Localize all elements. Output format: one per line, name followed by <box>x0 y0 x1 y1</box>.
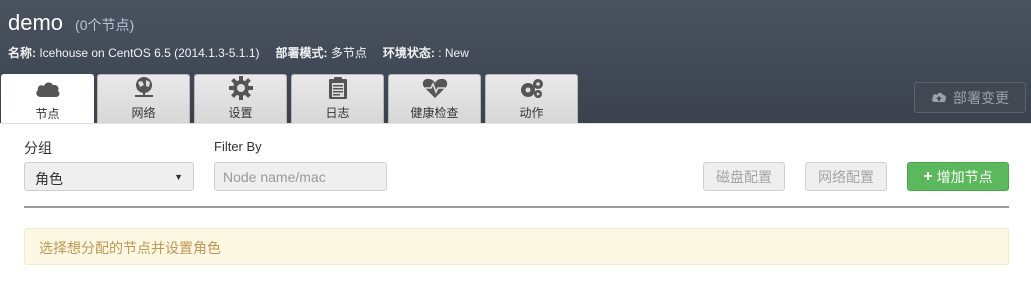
nodes-panel: 分组 角色 ▼ Filter By 磁盘配置 网络配置 + 增加节点 选择想分配… <box>0 123 1031 307</box>
deploy-changes-label: 部署变更 <box>953 89 1009 106</box>
tab-health-check[interactable]: 健康检查 <box>388 74 481 123</box>
tab-network-label: 网络 <box>131 106 156 120</box>
tab-settings[interactable]: 设置 <box>194 74 287 123</box>
filter-input[interactable] <box>214 162 387 191</box>
tab-network[interactable]: 网络 <box>97 74 190 123</box>
gear-icon <box>228 76 254 100</box>
heartbeat-icon <box>422 76 448 100</box>
meta-mode-value: 多节点 <box>330 46 367 60</box>
cloud-icon <box>35 77 61 101</box>
meta-status: 环境状态: : New <box>383 44 469 61</box>
network-icon <box>131 76 157 100</box>
tab-actions[interactable]: 动作 <box>485 74 578 123</box>
deploy-changes-button[interactable]: 部署变更 <box>914 82 1026 113</box>
tab-health-check-label: 健康检查 <box>410 106 459 120</box>
plus-icon: + <box>923 167 933 185</box>
tab-bar: 节点 网络 设置 日志 健康检查 动作 <box>0 73 1031 124</box>
meta-status-key: 环境状态: <box>382 46 435 60</box>
network-config-label: 网络配置 <box>818 168 874 185</box>
meta-name: 名称: Icehouse on CentOS 6.5 (2014.1.3-5.1… <box>8 44 260 61</box>
group-select[interactable]: 角色 ▼ <box>24 162 194 191</box>
tab-logs-label: 日志 <box>325 106 350 120</box>
group-label: 分组 <box>24 140 52 156</box>
filter-label: Filter By <box>214 139 262 154</box>
meta-status-value: : New <box>438 46 469 60</box>
environment-meta: 名称: Icehouse on CentOS 6.5 (2014.1.3-5.1… <box>8 44 485 61</box>
network-config-button[interactable]: 网络配置 <box>805 162 887 191</box>
environment-header: demo (0个节点) 名称: Icehouse on CentOS 6.5 (… <box>8 10 485 61</box>
cogs-icon <box>519 76 545 100</box>
tab-nodes-label: 节点 <box>35 107 60 121</box>
tab-actions-label: 动作 <box>519 106 544 120</box>
divider <box>24 206 1009 208</box>
environment-name: demo <box>8 10 64 35</box>
tab-nodes[interactable]: 节点 <box>1 74 94 124</box>
tab-logs[interactable]: 日志 <box>291 74 384 123</box>
meta-name-value: Icehouse on CentOS 6.5 (2014.1.3-5.1.1) <box>39 46 260 60</box>
add-node-button[interactable]: + 增加节点 <box>907 162 1009 191</box>
group-select-value: 角色 <box>35 171 63 187</box>
tab-settings-label: 设置 <box>228 106 253 120</box>
info-notice: 选择想分配的节点并设置角色 <box>24 228 1009 265</box>
node-count: (0个节点) <box>75 17 135 33</box>
meta-name-key: 名称: <box>8 46 36 60</box>
meta-mode-key: 部署模式: <box>275 46 328 60</box>
disk-config-label: 磁盘配置 <box>716 168 772 185</box>
meta-mode: 部署模式: 多节点 <box>276 44 367 61</box>
cloud-upload-icon <box>931 90 947 106</box>
clipboard-icon <box>325 76 351 100</box>
disk-config-button[interactable]: 磁盘配置 <box>703 162 785 191</box>
caret-down-icon: ▼ <box>174 172 183 182</box>
add-node-label: 增加节点 <box>936 168 993 185</box>
notice-text: 选择想分配的节点并设置角色 <box>39 240 221 256</box>
